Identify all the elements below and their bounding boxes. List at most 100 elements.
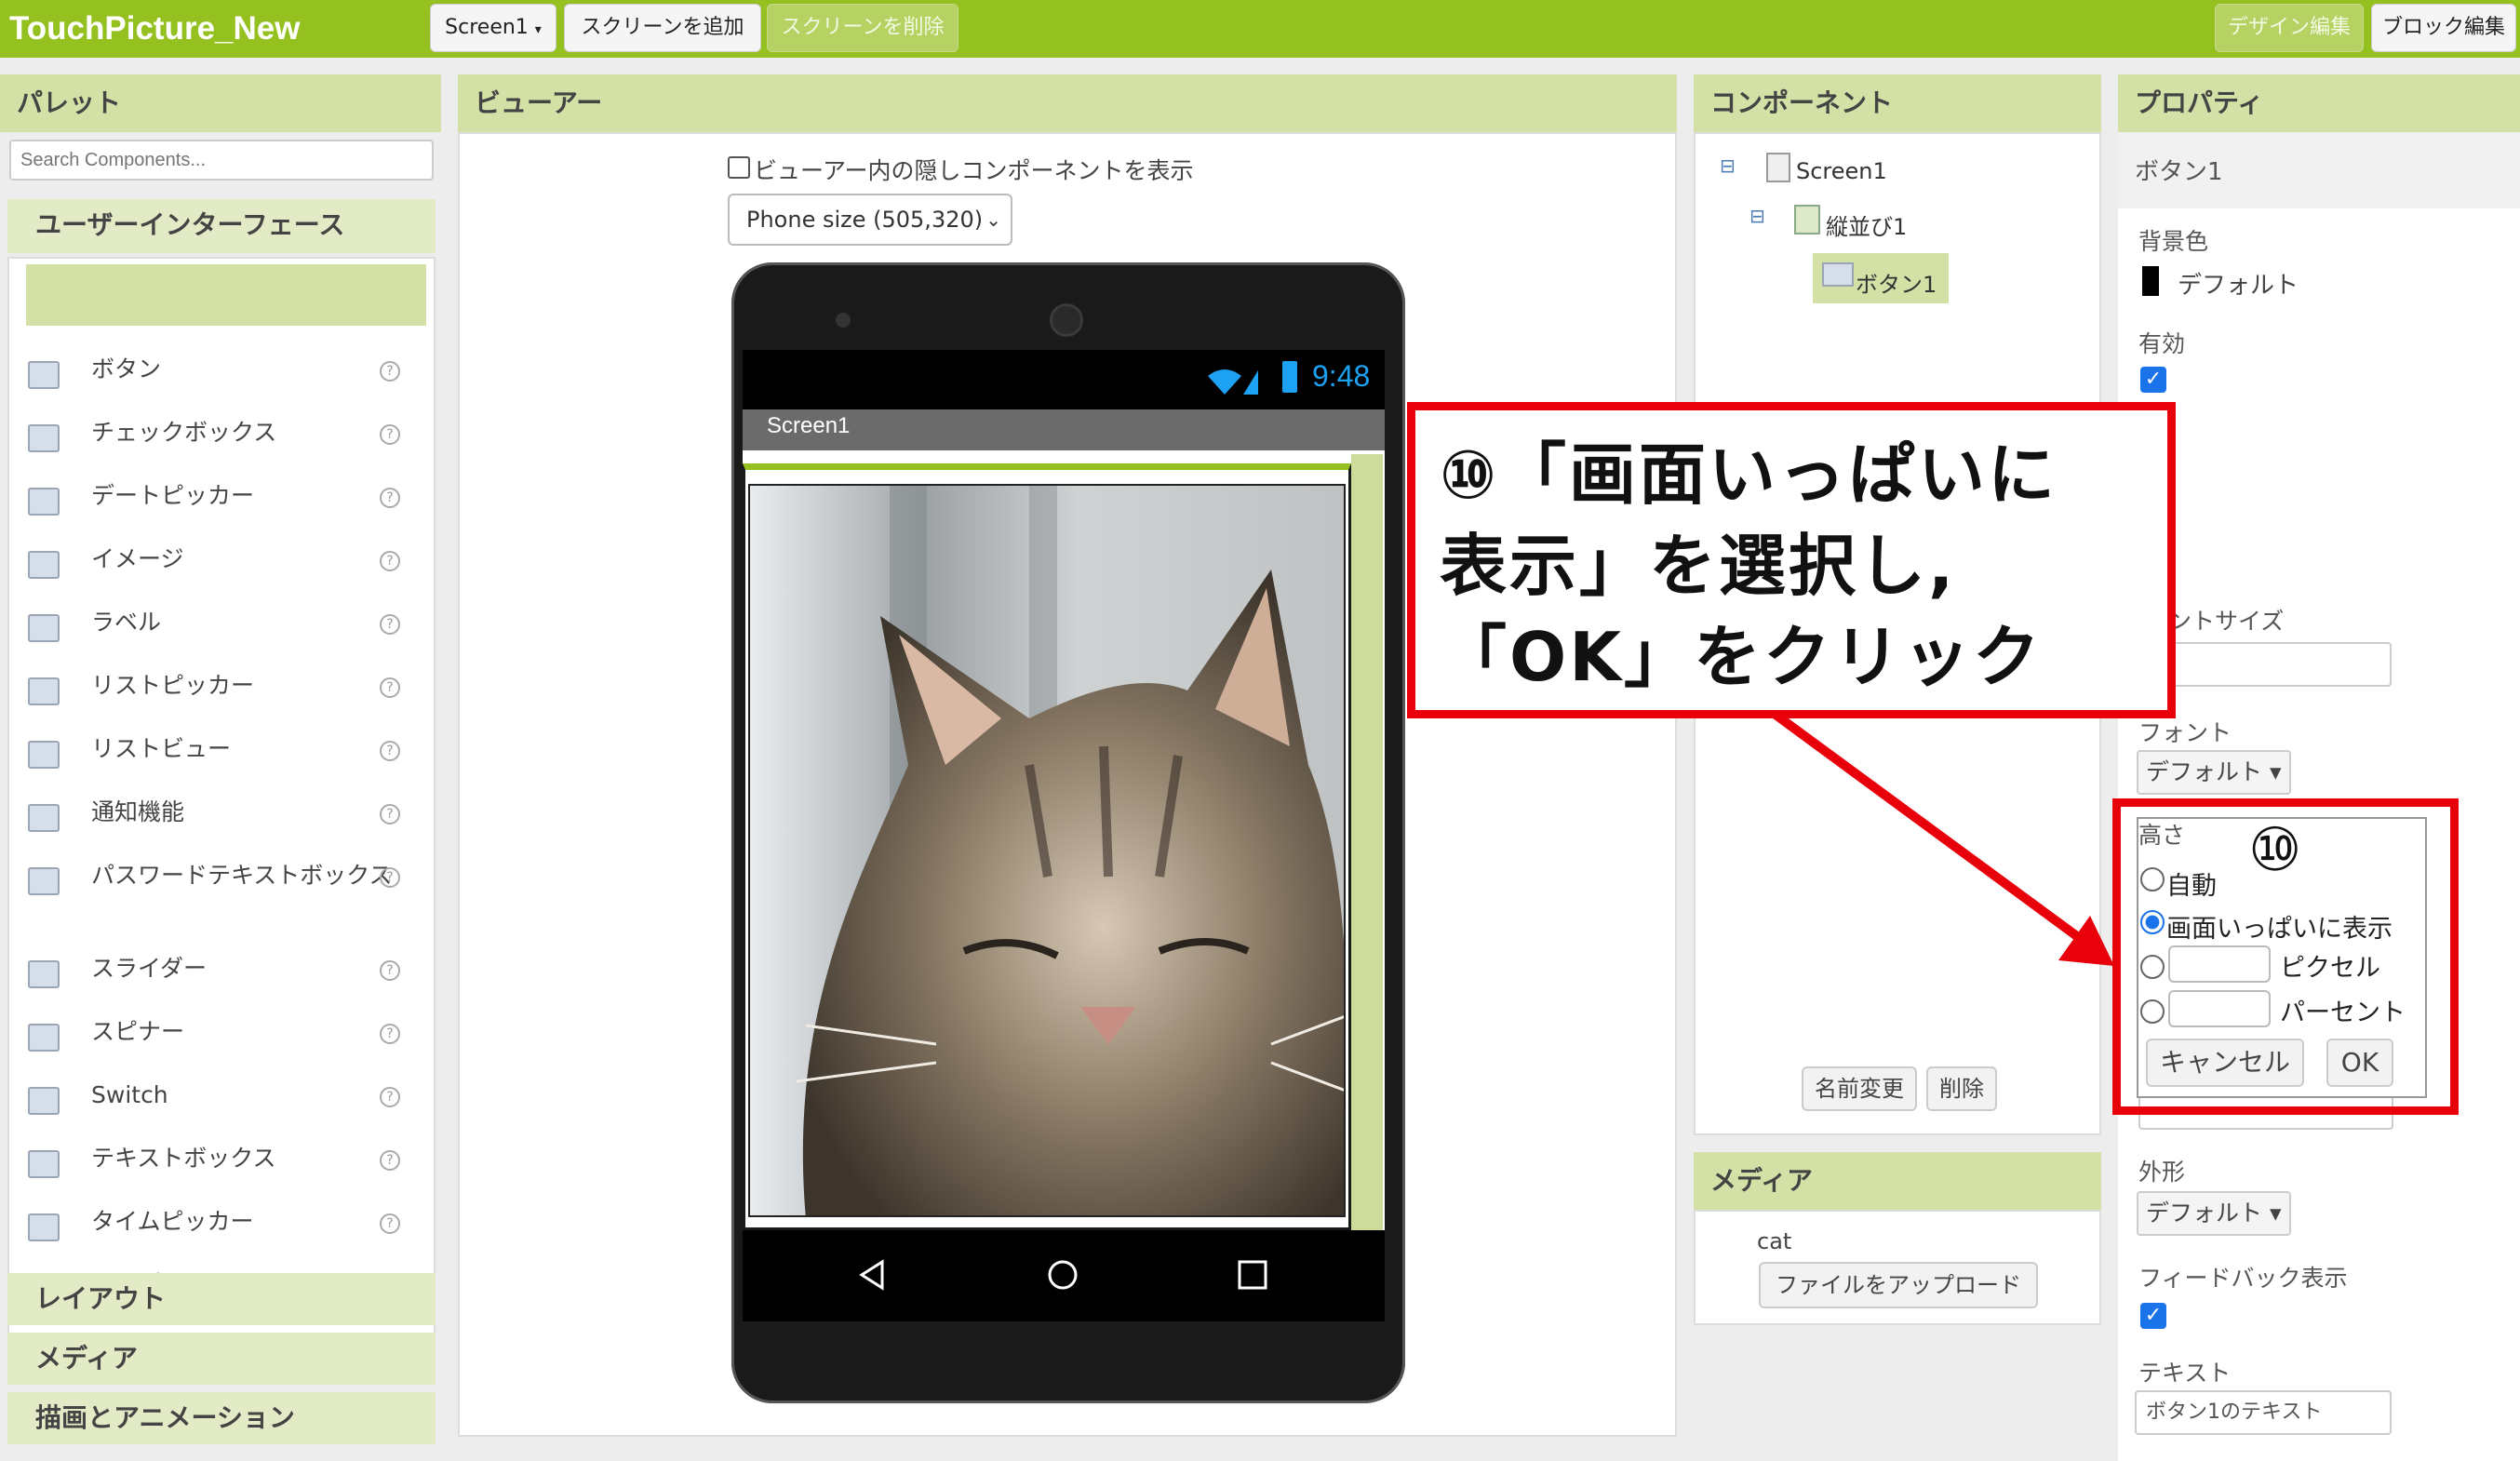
- help-icon[interactable]: ?: [380, 804, 400, 824]
- time-picker-icon: [28, 1213, 60, 1241]
- properties-title: プロパティ: [2118, 74, 2520, 132]
- hidden-components-label: ビューアー内の隠しコンポーネントを表示: [754, 157, 1194, 184]
- app-title: TouchPicture_New: [9, 10, 301, 47]
- vertical-arrangement-icon: [1794, 205, 1820, 235]
- home-icon[interactable]: [1046, 1258, 1079, 1292]
- upload-button[interactable]: ファイルをアップロード: [1759, 1262, 2038, 1308]
- help-icon[interactable]: ?: [380, 551, 400, 571]
- status-time: 9:48: [1312, 359, 1371, 393]
- delete-button[interactable]: 削除: [1926, 1066, 1997, 1111]
- palette-item-label: リストビュー: [91, 735, 232, 762]
- remove-screen-button[interactable]: スクリーンを削除: [767, 4, 958, 52]
- screen-icon: [1766, 153, 1790, 182]
- list-picker-icon: [28, 677, 60, 705]
- font-dropdown[interactable]: デフォルト ▾: [2137, 750, 2291, 795]
- help-icon[interactable]: ?: [380, 1087, 400, 1107]
- help-icon[interactable]: ?: [380, 614, 400, 635]
- designer-button[interactable]: デザイン編集: [2215, 4, 2364, 52]
- chevron-down-icon: ⌄: [985, 208, 1001, 231]
- spinner-icon: [28, 1024, 60, 1052]
- hidden-components-checkbox[interactable]: [728, 156, 750, 179]
- category-layout[interactable]: レイアウト: [7, 1273, 436, 1325]
- callout-line-2: 表示」を選択し,: [1440, 527, 1957, 605]
- switch-icon: [28, 1087, 60, 1115]
- text-input[interactable]: ボタン1のテキスト: [2135, 1390, 2392, 1435]
- bg-color-value[interactable]: デフォルト: [2178, 266, 2299, 301]
- cat-image-button[interactable]: [748, 484, 1346, 1217]
- blocks-button[interactable]: ブロック編集: [2371, 4, 2516, 52]
- help-icon[interactable]: ?: [380, 361, 400, 382]
- palette-panel: パレット ユーザーインターフェース ボタン? チェックボックス? デートピッカー? イ…: [0, 74, 441, 1461]
- shape-label: 外形: [2138, 1159, 2186, 1186]
- selected-item-highlight: [26, 264, 426, 326]
- textbox-icon: [28, 1150, 60, 1178]
- collapse-icon[interactable]: ⊟: [1720, 154, 1736, 177]
- help-icon[interactable]: ?: [380, 1213, 400, 1234]
- battery-icon: [1282, 361, 1297, 393]
- category-media[interactable]: メディア: [7, 1333, 436, 1385]
- palette-item-label: デートピッカー: [91, 482, 255, 509]
- media-title: メディア: [1694, 1152, 2101, 1210]
- image-icon: [28, 551, 60, 579]
- phone-size-select[interactable]: Phone size (505,320) ⌄: [728, 194, 1012, 246]
- button-icon: [1822, 262, 1854, 287]
- password-textbox-icon: [28, 867, 60, 895]
- help-icon[interactable]: ?: [380, 1150, 400, 1171]
- media-panel: メディア cat ファイルをアップロード: [1694, 1152, 2101, 1325]
- callout-box: ⑩「画面いっぱいに 表示」を選択し, 「OK」をクリック: [1407, 402, 2176, 718]
- font-label: フォント: [2138, 719, 2232, 746]
- help-icon[interactable]: ?: [380, 488, 400, 508]
- collapse-icon[interactable]: ⊟: [1749, 205, 1765, 227]
- back-icon[interactable]: [856, 1258, 890, 1292]
- bg-color-swatch[interactable]: [2142, 266, 2159, 296]
- category-drawing-animation[interactable]: 描画とアニメーション: [7, 1392, 436, 1444]
- screen-select-dropdown[interactable]: Screen1 ▾: [430, 4, 556, 52]
- enabled-label: 有効: [2138, 330, 2186, 357]
- screen-title: Screen1: [767, 413, 851, 438]
- palette-item-label: Switch: [91, 1081, 168, 1108]
- help-icon[interactable]: ?: [380, 960, 400, 981]
- enabled-checkbox[interactable]: ✓: [2140, 367, 2166, 393]
- palette-title: パレット: [0, 74, 441, 132]
- top-bar: [0, 0, 2520, 58]
- feedback-checkbox[interactable]: ✓: [2140, 1303, 2166, 1329]
- palette-item-label: ボタン: [91, 355, 162, 382]
- palette-item-label: スライダー: [91, 955, 208, 982]
- notifier-icon: [28, 804, 60, 832]
- callout-line-3: 「OK」をクリック: [1440, 618, 2044, 696]
- palette-item-label: ラベル: [91, 609, 162, 636]
- palette-item-label: 通知機能: [91, 798, 185, 825]
- media-file[interactable]: cat: [1757, 1228, 1791, 1254]
- screen-select-label: Screen1: [445, 16, 529, 39]
- viewer-title: ビューアー: [458, 74, 1677, 132]
- tree-vertical1[interactable]: 縦並び1: [1826, 208, 1907, 241]
- help-icon[interactable]: ?: [380, 677, 400, 698]
- help-icon[interactable]: ?: [380, 424, 400, 445]
- phone-size-label: Phone size (505,320): [746, 207, 984, 233]
- checkbox-icon: [28, 424, 60, 452]
- help-icon[interactable]: ?: [380, 741, 400, 761]
- font-size-input[interactable]: [2168, 642, 2392, 687]
- rename-button[interactable]: 名前変更: [1802, 1066, 1917, 1111]
- chevron-down-icon: ▾: [534, 22, 542, 37]
- palette-item-label: テキストボックス: [91, 1145, 276, 1172]
- phone-sensor: [836, 313, 851, 328]
- palette-item-label: リストピッカー: [91, 672, 255, 699]
- palette-item-label: チェックボックス: [91, 419, 277, 446]
- phone-camera: [1050, 303, 1083, 337]
- palette-item-label: パスワードテキストボックス: [91, 862, 393, 889]
- callout-line-1: ⑩「画面いっぱいに: [1440, 436, 2058, 514]
- help-icon[interactable]: ?: [380, 867, 400, 888]
- date-picker-icon: [28, 488, 60, 516]
- search-input[interactable]: [9, 140, 434, 181]
- recents-icon[interactable]: [1236, 1258, 1269, 1292]
- slider-icon: [28, 960, 60, 988]
- tree-screen1[interactable]: Screen1: [1796, 158, 1887, 184]
- category-user-interface[interactable]: ユーザーインターフェース: [7, 199, 436, 253]
- help-icon[interactable]: ?: [380, 1024, 400, 1044]
- properties-component: ボタン1: [2135, 158, 2223, 186]
- shape-dropdown[interactable]: デフォルト ▾: [2137, 1191, 2291, 1236]
- palette-item-label: スピナー: [91, 1018, 185, 1045]
- add-screen-button[interactable]: スクリーンを追加: [564, 4, 761, 52]
- text-label: テキスト: [2138, 1360, 2232, 1387]
